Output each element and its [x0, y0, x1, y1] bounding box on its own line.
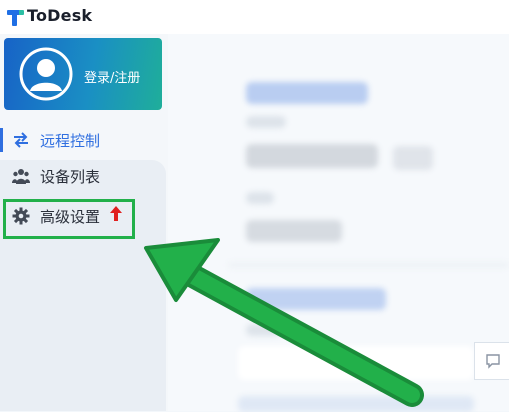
blurred-heading: [246, 82, 368, 104]
todesk-logo-icon: [7, 10, 24, 26]
users-icon: [12, 169, 30, 184]
blurred-field: [238, 346, 474, 380]
blurred-field: [238, 396, 474, 412]
sidebar-item-remote-control[interactable]: 远程控制: [0, 120, 168, 160]
swap-arrows-icon: [14, 132, 28, 148]
blurred-value: [246, 220, 342, 242]
app-title: ToDesk: [27, 6, 93, 25]
chat-field[interactable]: [474, 342, 509, 380]
login-register-link[interactable]: 登录/注册: [84, 67, 140, 86]
highlight-frame: [3, 199, 135, 239]
login-card[interactable]: 登录/注册: [4, 38, 162, 110]
blurred-divider: [228, 262, 509, 268]
active-indicator: [0, 128, 3, 152]
blurred-label: [246, 324, 282, 336]
sidebar-item-label: 设备列表: [40, 168, 101, 186]
sidebar-item-label: 远程控制: [40, 132, 101, 150]
blurred-label: [246, 192, 274, 204]
blurred-value: [246, 144, 378, 168]
blurred-heading: [246, 288, 386, 310]
blurred-value: [393, 146, 433, 170]
main-content-blurred: [168, 34, 509, 412]
user-avatar-icon[interactable]: [18, 46, 74, 102]
title-bar: ToDesk: [0, 0, 509, 35]
sidebar-item-device-list[interactable]: 设备列表: [0, 156, 168, 196]
blurred-label: [246, 116, 286, 128]
chat-bubble-icon[interactable]: [485, 353, 501, 369]
